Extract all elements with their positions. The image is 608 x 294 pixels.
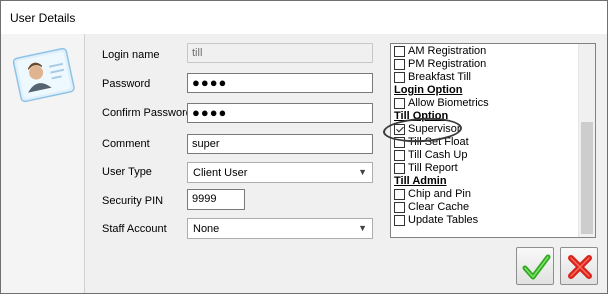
list-item-clear-cache[interactable]: Clear Cache [394, 201, 469, 214]
security-pin-field[interactable]: 9999 [187, 189, 245, 210]
user-card-icon [12, 47, 75, 103]
list-item-till-set-float[interactable]: Till Set Float [394, 136, 469, 149]
staff-account-value: None [193, 223, 220, 235]
window-title: User Details [10, 11, 76, 25]
list-item-allow-biometrics[interactable]: Allow Biometrics [394, 97, 489, 110]
group-header-till-option: Till Option [394, 110, 449, 122]
red-x-icon [568, 255, 592, 279]
checkbox[interactable] [394, 98, 405, 109]
user-type-value: Client User [193, 167, 248, 179]
chevron-down-icon: ▼ [358, 223, 367, 233]
user-details-window: User Details Login name Password Confirm… [0, 0, 608, 294]
checkbox-checked[interactable] [394, 124, 405, 135]
checkbox[interactable] [394, 137, 405, 148]
login-name-field[interactable]: till [187, 43, 373, 63]
list-item-am-registration[interactable]: AM Registration [394, 45, 486, 58]
list-item-update-tables[interactable]: Update Tables [394, 214, 478, 227]
checkbox[interactable] [394, 163, 405, 174]
list-item-pm-registration[interactable]: PM Registration [394, 58, 486, 71]
group-header-till-admin: Till Admin [394, 175, 447, 187]
left-pane [1, 34, 85, 293]
group-header-login-option: Login Option [394, 84, 463, 96]
list-scrollbar[interactable] [578, 44, 595, 237]
comment-label: Comment [102, 138, 150, 150]
confirm-password-label: Confirm Password [102, 107, 192, 119]
confirm-password-field[interactable]: ●●●● [187, 103, 373, 123]
list-item-supervisor[interactable]: Supervisor [394, 123, 461, 136]
list-item-chip-and-pin[interactable]: Chip and Pin [394, 188, 471, 201]
list-item-till-report[interactable]: Till Report [394, 162, 458, 175]
title-bar: User Details [1, 1, 607, 34]
green-check-icon [522, 254, 551, 280]
login-name-label: Login name [102, 49, 160, 61]
list-item-breakfast-till[interactable]: Breakfast Till [394, 71, 471, 84]
staff-account-label: Staff Account [102, 223, 167, 235]
checkbox[interactable] [394, 46, 405, 57]
ok-button[interactable] [516, 247, 554, 285]
password-label: Password [102, 78, 151, 90]
permissions-checklist[interactable]: AM Registration PM Registration Breakfas… [390, 43, 596, 238]
checkbox[interactable] [394, 72, 405, 83]
checkbox[interactable] [394, 189, 405, 200]
checkbox[interactable] [394, 215, 405, 226]
scrollbar-thumb[interactable] [581, 122, 593, 234]
user-type-label: User Type [102, 166, 152, 178]
comment-field[interactable]: super [187, 134, 373, 154]
checkbox[interactable] [394, 202, 405, 213]
checkbox[interactable] [394, 59, 405, 70]
list-item-till-cash-up[interactable]: Till Cash Up [394, 149, 468, 162]
cancel-button[interactable] [560, 247, 598, 285]
checkbox[interactable] [394, 150, 405, 161]
security-pin-label: Security PIN [102, 195, 164, 207]
chevron-down-icon: ▼ [358, 167, 367, 177]
password-field[interactable]: ●●●● [187, 73, 373, 93]
user-type-dropdown[interactable]: Client User ▼ [187, 162, 373, 183]
staff-account-dropdown[interactable]: None ▼ [187, 218, 373, 239]
